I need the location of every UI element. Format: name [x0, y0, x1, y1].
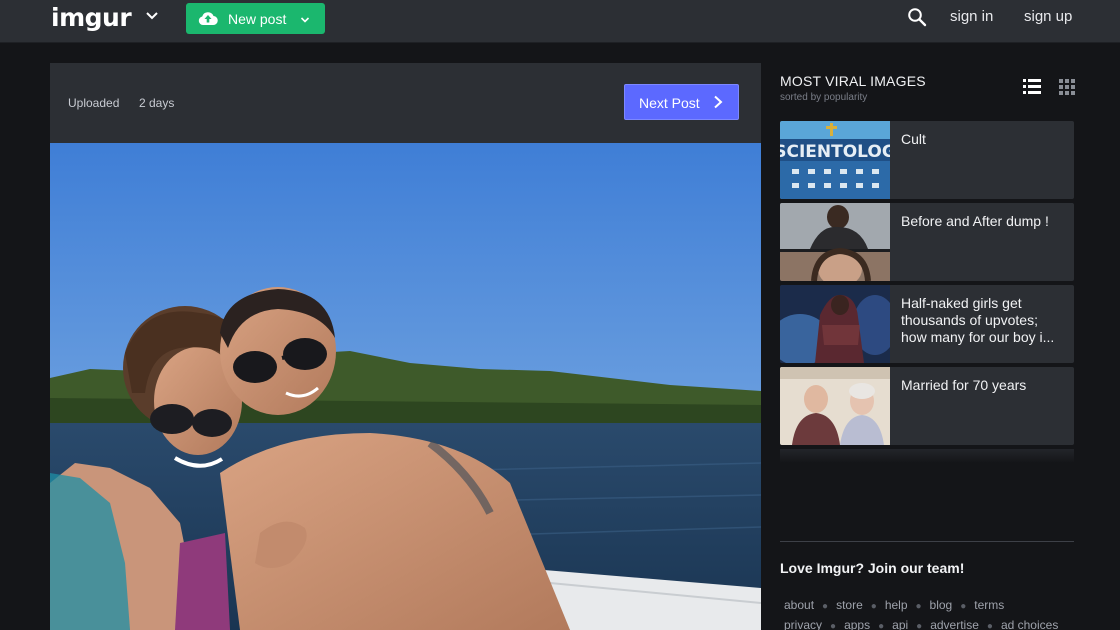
chevron-down-icon[interactable]	[145, 9, 159, 23]
footer-link-ad-choices[interactable]: ad choices	[1001, 618, 1058, 630]
list-fade	[780, 449, 1074, 463]
viral-item-title: Half-naked girls get thousands of upvote…	[901, 295, 1055, 345]
new-post-label: New post	[228, 11, 287, 27]
chevron-down-icon	[300, 17, 310, 23]
uploaded-label: Uploaded	[68, 96, 120, 110]
post-header: Uploaded 2 days Next Post	[50, 63, 761, 143]
chevron-right-icon	[714, 95, 723, 109]
footer-link-store[interactable]: store	[836, 598, 863, 612]
footer-link-advertise[interactable]: advertise	[930, 618, 979, 630]
viral-item-thumbnail	[780, 367, 890, 445]
footer-link-help[interactable]: help	[885, 598, 908, 612]
viral-item-thumbnail	[780, 285, 890, 363]
footer-link-api[interactable]: api	[892, 618, 908, 630]
next-post-label: Next Post	[639, 95, 700, 111]
footer-link-privacy[interactable]: privacy	[784, 618, 822, 630]
cloud-upload-icon	[198, 12, 218, 26]
viral-item-title: Cult	[901, 131, 926, 147]
viral-item[interactable]: Half-naked girls get thousands of upvote…	[780, 285, 1074, 363]
join-team-link[interactable]: Love Imgur? Join our team!	[780, 560, 964, 576]
imgur-logo[interactable]: imgur	[51, 3, 132, 33]
footer-links-row: about ● store ● help ● blog ● terms	[784, 598, 1005, 612]
top-navigation-bar: imgur New post sign in sign up	[0, 0, 1120, 43]
couple-on-boat-photo	[50, 143, 761, 630]
viral-item[interactable]: Married for 70 years	[780, 367, 1074, 445]
sidebar-subtitle: sorted by popularity	[780, 92, 868, 103]
list-view-icon[interactable]	[1023, 79, 1041, 94]
footer-links-row: privacy ● apps ● api ● advertise ● ad choices	[784, 618, 1059, 630]
uploaded-time: 2 days	[139, 96, 175, 110]
footer-link-terms[interactable]: terms	[974, 598, 1004, 612]
thumb-sign-text: SCIENTOLOG	[780, 142, 890, 162]
viral-item-title: Before and After dump !	[901, 213, 1049, 229]
sidebar-divider	[780, 541, 1074, 542]
sidebar-title: MOST VIRAL IMAGES	[780, 73, 926, 89]
viral-item-thumbnail	[780, 203, 890, 281]
footer-link-blog[interactable]: blog	[930, 598, 953, 612]
viral-item[interactable]: SCIENTOLOG Cult	[780, 121, 1074, 199]
new-post-button[interactable]: New post	[186, 3, 325, 34]
viral-item[interactable]: Before and After dump !	[780, 203, 1074, 281]
footer-link-about[interactable]: about	[784, 598, 814, 612]
post-image[interactable]	[50, 143, 761, 630]
viral-item-thumbnail: SCIENTOLOG	[780, 121, 890, 199]
grid-view-icon[interactable]	[1059, 79, 1075, 95]
sign-up-link[interactable]: sign up	[1024, 8, 1072, 26]
next-post-button[interactable]: Next Post	[624, 84, 739, 120]
search-icon[interactable]	[907, 7, 927, 27]
sign-in-link[interactable]: sign in	[950, 8, 993, 26]
viral-item-title: Married for 70 years	[901, 377, 1027, 393]
footer-link-apps[interactable]: apps	[844, 618, 870, 630]
